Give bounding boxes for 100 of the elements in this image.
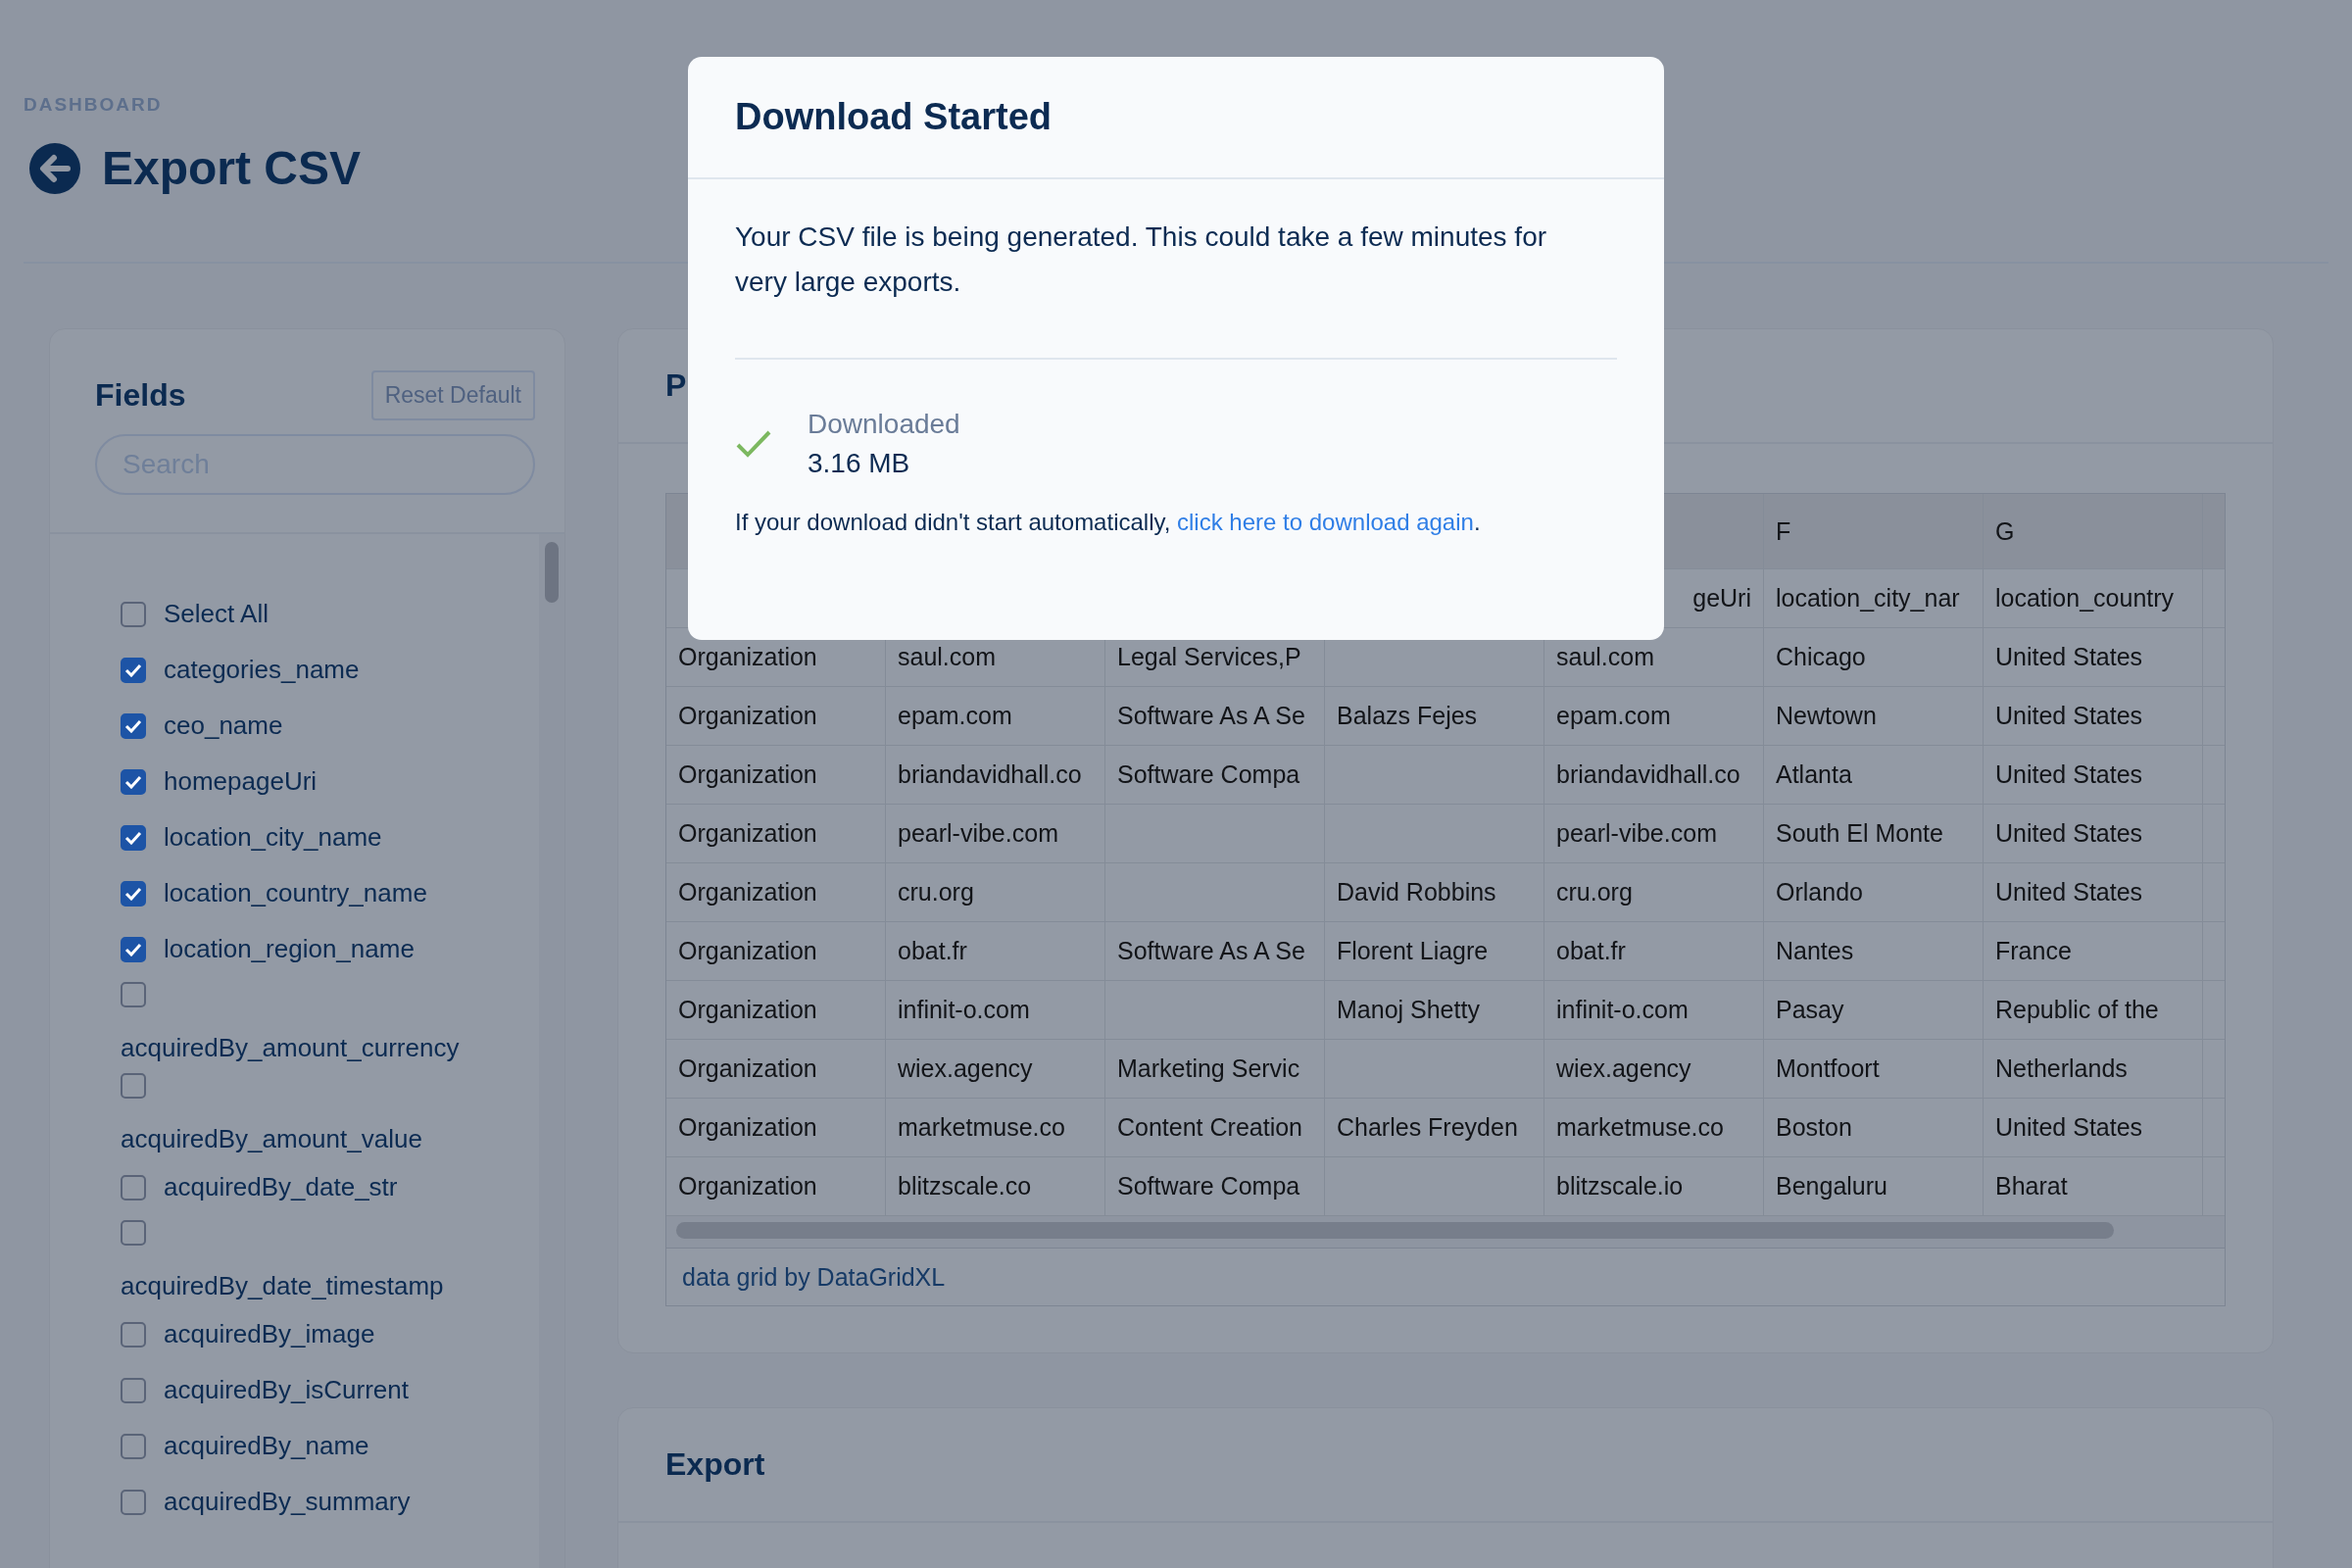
table-cell: Charles Freyden bbox=[1325, 1099, 1544, 1156]
field-label[interactable]: acquiredBy_date_timestamp bbox=[121, 1271, 444, 1301]
checkbox[interactable] bbox=[121, 1321, 146, 1348]
retry-note: If your download didn't start automatically, click here to download again. bbox=[735, 509, 1482, 536]
table-cell: obat.fr bbox=[886, 922, 1105, 980]
table-cell: United States bbox=[1984, 1099, 2203, 1156]
table-cell: Balazs Fejes bbox=[1325, 687, 1544, 745]
table-cell: epam.com bbox=[886, 687, 1105, 745]
field-label[interactable]: location_city_name bbox=[164, 822, 382, 853]
table-cell: Software Compa bbox=[1105, 746, 1325, 804]
checkbox[interactable] bbox=[121, 712, 146, 739]
table-cell: briandavidhall.co bbox=[1544, 746, 1764, 804]
table-cell: United States bbox=[1984, 687, 2203, 745]
table-cell: Organization bbox=[666, 863, 886, 921]
panel-title: Export bbox=[665, 1446, 765, 1483]
checkbox[interactable] bbox=[121, 880, 146, 906]
table-cell: Florent Liagre bbox=[1325, 922, 1544, 980]
table-cell: Republic of the bbox=[1984, 981, 2203, 1039]
field-label[interactable]: acquiredBy_amount_value bbox=[121, 1124, 422, 1154]
page-title: Export CSV bbox=[102, 141, 362, 195]
table-cell: Montfoort bbox=[1764, 1040, 1984, 1098]
checkbox[interactable] bbox=[121, 1433, 146, 1459]
checkmark-icon bbox=[124, 942, 142, 956]
table-cell: Bengaluru bbox=[1764, 1157, 1984, 1215]
field-label[interactable]: acquiredBy_summary bbox=[164, 1487, 411, 1517]
checkbox[interactable] bbox=[121, 601, 146, 627]
download-again-link[interactable]: click here to download again bbox=[1177, 509, 1474, 535]
table-cell: wiex.agency bbox=[886, 1040, 1105, 1098]
checkbox[interactable] bbox=[121, 1377, 146, 1403]
field-label[interactable]: categories_name bbox=[164, 655, 360, 685]
dialog-message: Your CSV file is being generated. This could take a few minutes for very large exports. bbox=[735, 215, 1617, 360]
table-cell: Organization bbox=[666, 746, 886, 804]
field-label[interactable]: location_country_name bbox=[164, 878, 427, 908]
checkbox[interactable] bbox=[121, 768, 146, 795]
checkmark-icon bbox=[124, 718, 142, 733]
field-label[interactable]: location_region_name bbox=[164, 934, 415, 964]
table-cell: United States bbox=[1984, 805, 2203, 862]
table-cell: Software As A Se bbox=[1105, 687, 1325, 745]
field-label[interactable]: acquiredBy_isCurrent bbox=[164, 1375, 409, 1405]
table-cell: marketmuse.co bbox=[886, 1099, 1105, 1156]
field-label[interactable]: acquiredBy_image bbox=[164, 1319, 375, 1349]
dialog-title: Download Started bbox=[735, 96, 1053, 138]
table-cell: infinit-o.com bbox=[1544, 981, 1764, 1039]
table-cell: briandavidhall.co bbox=[886, 746, 1105, 804]
checkbox[interactable] bbox=[121, 1174, 146, 1200]
table-cell: David Robbins bbox=[1325, 863, 1544, 921]
scrollbar-thumb[interactable] bbox=[545, 542, 559, 603]
table-cell: marketmuse.co bbox=[1544, 1099, 1764, 1156]
table-cell: Organization bbox=[666, 1040, 886, 1098]
checkbox[interactable] bbox=[121, 1220, 146, 1246]
status-label: Downloaded bbox=[808, 409, 960, 440]
field-label[interactable]: acquiredBy_name bbox=[164, 1431, 369, 1461]
field-label[interactable]: homepageUri bbox=[164, 766, 318, 797]
table-cell: Organization bbox=[666, 981, 886, 1039]
field-label[interactable]: ceo_name bbox=[164, 710, 283, 741]
table-cell: blitzscale.io bbox=[1544, 1157, 1764, 1215]
grid-credit: data grid by DataGridXL bbox=[682, 1262, 946, 1292]
table-cell: location_country bbox=[1984, 569, 2203, 627]
table-cell: Newtown bbox=[1764, 687, 1984, 745]
checkbox[interactable] bbox=[121, 1073, 146, 1099]
table-cell: Orlando bbox=[1764, 863, 1984, 921]
checkbox[interactable] bbox=[121, 982, 146, 1007]
checkmark-icon bbox=[124, 886, 142, 901]
table-cell: United States bbox=[1984, 628, 2203, 686]
table-cell: infinit-o.com bbox=[886, 981, 1105, 1039]
table-cell: Pasay bbox=[1764, 981, 1984, 1039]
table-cell: blitzscale.co bbox=[886, 1157, 1105, 1215]
table-cell: Bharat bbox=[1984, 1157, 2203, 1215]
field-label[interactable]: Select All bbox=[164, 599, 269, 629]
table-cell: Software Compa bbox=[1105, 1157, 1325, 1215]
checkbox[interactable] bbox=[121, 936, 146, 962]
table-cell: Organization bbox=[666, 805, 886, 862]
table-cell: Marketing Servic bbox=[1105, 1040, 1325, 1098]
checkbox[interactable] bbox=[121, 657, 146, 683]
column-header[interactable]: F bbox=[1764, 494, 1984, 568]
checkbox[interactable] bbox=[121, 824, 146, 851]
table-cell: cru.org bbox=[886, 863, 1105, 921]
field-label[interactable]: acquiredBy_date_str bbox=[164, 1172, 398, 1202]
table-cell: epam.com bbox=[1544, 687, 1764, 745]
table-cell: Organization bbox=[666, 1099, 886, 1156]
checkmark-icon bbox=[124, 662, 142, 677]
table-cell: South El Monte bbox=[1764, 805, 1984, 862]
table-cell: Atlanta bbox=[1764, 746, 1984, 804]
panel-title: Fields bbox=[95, 377, 186, 414]
table-cell: pearl-vibe.com bbox=[1544, 805, 1764, 862]
table-cell: Content Creation bbox=[1105, 1099, 1325, 1156]
checkmark-icon bbox=[124, 830, 142, 845]
checkbox[interactable] bbox=[121, 1489, 146, 1515]
table-cell: cru.org bbox=[1544, 863, 1764, 921]
table-cell: United States bbox=[1984, 863, 2203, 921]
column-header[interactable]: G bbox=[1984, 494, 2203, 568]
table-cell: Software As A Se bbox=[1105, 922, 1325, 980]
table-cell: location_city_nar bbox=[1764, 569, 1984, 627]
table-cell: pearl-vibe.com bbox=[886, 805, 1105, 862]
table-cell: Netherlands bbox=[1984, 1040, 2203, 1098]
table-cell: wiex.agency bbox=[1544, 1040, 1764, 1098]
field-label[interactable]: acquiredBy_amount_currency bbox=[121, 1033, 460, 1063]
panel-title: P bbox=[665, 368, 687, 404]
table-cell: obat.fr bbox=[1544, 922, 1764, 980]
table-cell: Organization bbox=[666, 922, 886, 980]
